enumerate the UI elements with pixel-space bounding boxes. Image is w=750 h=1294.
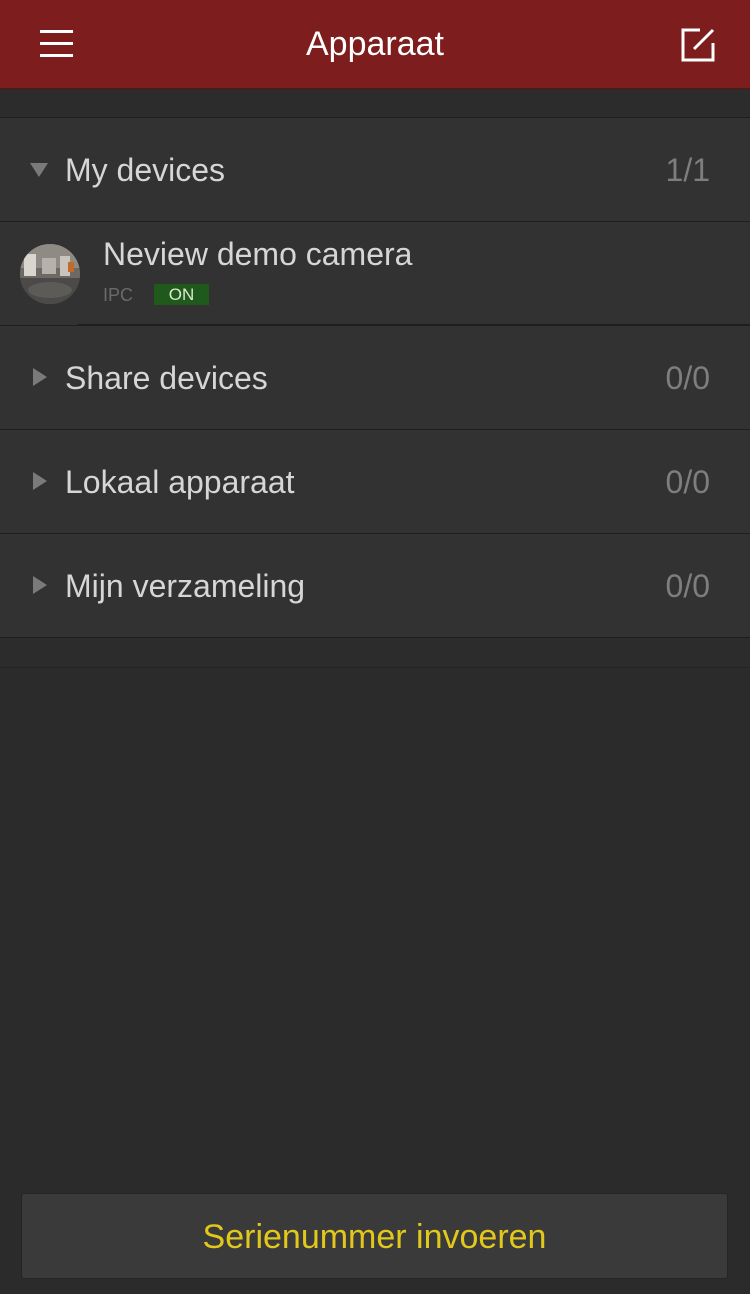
group-count: 1/1 <box>665 152 710 188</box>
group-count: 0/0 <box>665 464 710 500</box>
status-badge: ON <box>154 284 209 305</box>
group-label: Mijn verzameling <box>65 568 306 604</box>
device-type: IPC <box>103 285 134 305</box>
top-spacer <box>0 89 750 117</box>
device-thumbnail <box>20 244 80 304</box>
device-list: My devices 1/1 Neview demo camera IPC ON <box>0 117 750 668</box>
device-item[interactable]: Neview demo camera IPC ON <box>0 221 750 325</box>
enter-serial-number-button[interactable]: Serienummer invoeren <box>21 1193 728 1279</box>
collapsed-triangle-icon <box>33 472 47 490</box>
group-my-collection[interactable]: Mijn verzameling 0/0 <box>0 533 750 637</box>
page-title: Apparaat <box>306 25 444 63</box>
group-label: Lokaal apparaat <box>65 464 295 500</box>
group-count: 0/0 <box>665 360 710 396</box>
group-label: My devices <box>65 152 226 188</box>
group-my-devices[interactable]: My devices 1/1 <box>0 117 750 221</box>
group-share-devices[interactable]: Share devices 0/0 <box>0 325 750 429</box>
group-count: 0/0 <box>665 568 710 604</box>
collapsed-triangle-icon <box>33 368 47 386</box>
edit-square-icon[interactable] <box>680 27 716 63</box>
list-bottom-spacer <box>0 637 750 668</box>
expanded-triangle-icon <box>30 163 48 177</box>
app-header: Apparaat <box>0 0 750 89</box>
collapsed-triangle-icon <box>33 576 47 594</box>
group-label: Share devices <box>65 360 268 396</box>
device-name: Neview demo camera <box>103 236 413 272</box>
group-local-device[interactable]: Lokaal apparaat 0/0 <box>0 429 750 533</box>
app-screen: Apparaat My devices 1/1 Neview demo came… <box>0 0 750 1294</box>
